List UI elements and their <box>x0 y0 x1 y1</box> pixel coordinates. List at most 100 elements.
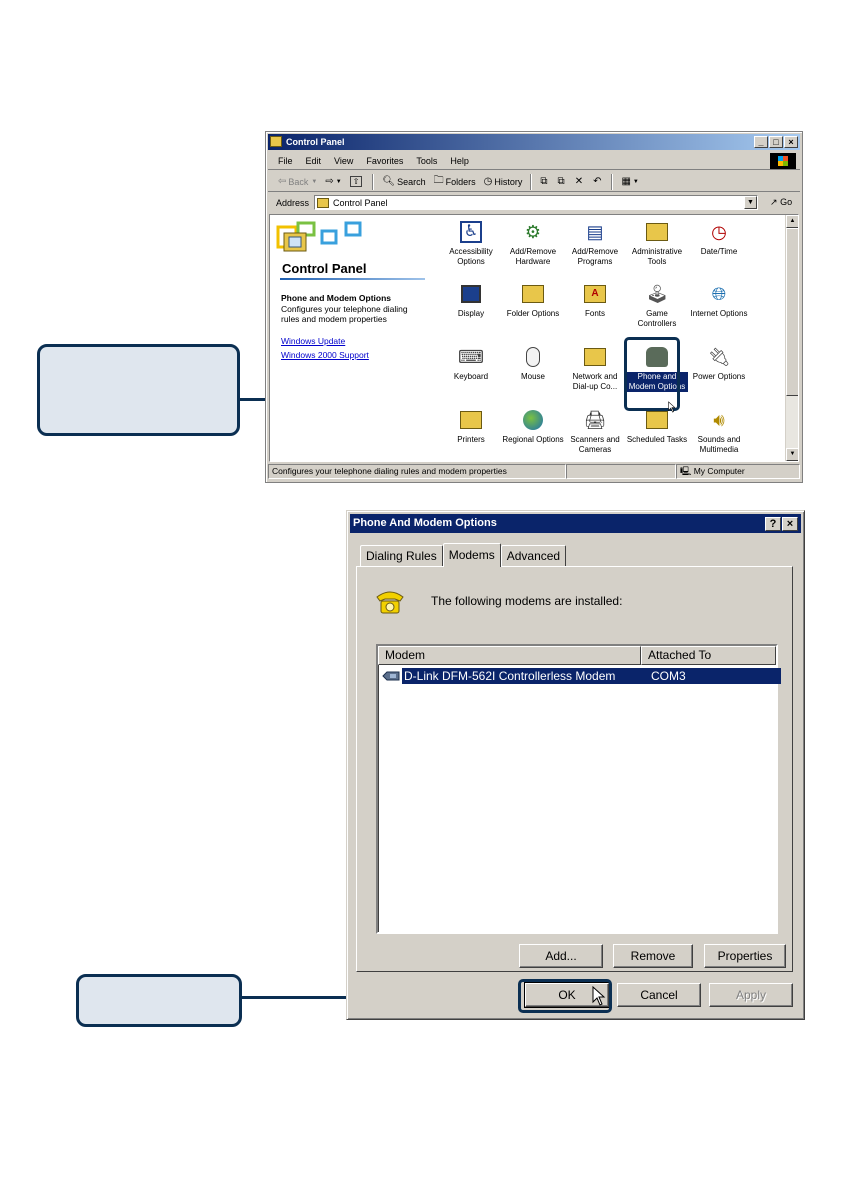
cp-item-label: Regional Options <box>502 435 564 444</box>
scroll-thumb[interactable] <box>786 228 798 396</box>
control-panel-icon <box>270 136 282 147</box>
dialog-title: Phone And Modem Options <box>353 517 497 529</box>
cp-icon-grid: ♿︎ Accessibility Options ⚙ Add/Remove Ha… <box>440 219 770 461</box>
scroll-up-icon[interactable]: ▲ <box>786 215 798 228</box>
delete-icon: ✕ <box>574 176 584 187</box>
help-button[interactable]: ? <box>765 517 781 531</box>
cp-item-fonts[interactable]: A Fonts <box>564 281 626 319</box>
table-row[interactable]: D-Link DFM-562I Controllerless Modem Car… <box>380 667 781 699</box>
folders-icon: 🗀 <box>433 175 444 186</box>
delete-button[interactable]: ✕ <box>575 176 585 187</box>
cp-item-label: Scanners and Cameras <box>570 435 620 454</box>
intro-text: The following modems are installed: <box>431 594 623 608</box>
remove-button-label: Remove <box>630 949 676 963</box>
cp-item-power-options[interactable]: 🔌︎ Power Options <box>688 344 750 382</box>
joystick-icon: 🕹︎ <box>645 284 669 304</box>
cp-item-label: Power Options <box>692 372 746 381</box>
properties-button[interactable]: Properties <box>704 944 786 968</box>
address-dropdown-icon[interactable]: ▼ <box>744 196 757 209</box>
cp-item-mouse[interactable]: Mouse <box>502 344 564 382</box>
forward-button[interactable]: ⇨ ▼ <box>325 176 341 187</box>
address-input[interactable]: Control Panel ▼ <box>314 195 758 210</box>
cp-item-scheduled-tasks[interactable]: Scheduled Tasks <box>626 407 688 445</box>
forward-dropdown-icon[interactable]: ▼ <box>336 179 342 185</box>
undo-button[interactable]: ↶ <box>593 176 603 187</box>
go-label: Go <box>780 197 793 207</box>
scroll-down-icon[interactable]: ▼ <box>786 448 798 461</box>
close-button[interactable]: × <box>784 136 798 148</box>
cp-item-internet-options[interactable]: 🌐︎ Internet Options <box>688 281 750 319</box>
cp-item-keyboard[interactable]: ⌨ Keyboard <box>440 344 502 382</box>
address-label: Address <box>276 197 310 208</box>
modem-list[interactable]: Modem Attached To D-Link DFM-562I Contro… <box>376 644 781 934</box>
column-header-attached-to[interactable]: Attached To <box>641 646 776 665</box>
cancel-button[interactable]: Cancel <box>617 983 701 1007</box>
search-label: Search <box>397 176 426 187</box>
folders-label: Folders <box>445 176 476 187</box>
tab-modems[interactable]: Modems <box>442 543 501 567</box>
copy-to-button[interactable]: ⧉ <box>558 176 567 187</box>
cp-item-date-time[interactable]: ◷ Date/Time <box>688 219 750 257</box>
menu-help[interactable]: Help <box>450 156 469 166</box>
maximize-button[interactable]: □ <box>769 136 783 148</box>
views-button[interactable]: ▦ ▼ <box>621 176 638 187</box>
cp-item-folder-options[interactable]: Folder Options <box>502 281 564 319</box>
cp-item-accessibility[interactable]: ♿︎ Accessibility Options <box>440 219 502 267</box>
mouse-icon <box>519 344 547 370</box>
back-dropdown-icon[interactable]: ▼ <box>311 179 317 185</box>
dialog-tabs: Dialing Rules Modems Advanced <box>360 543 567 567</box>
go-arrow-icon: ↗ <box>770 197 778 207</box>
minimize-button[interactable]: _ <box>754 136 768 148</box>
go-button[interactable]: ↗ Go <box>770 197 792 208</box>
telephone-icon <box>376 591 404 614</box>
cp-item-add-remove-programs[interactable]: ▤ Add/Remove Programs <box>564 219 626 267</box>
address-value: Control Panel <box>333 197 388 208</box>
cp-content-area: Control Panel Phone and Modem Options Co… <box>269 214 799 462</box>
cp-item-administrative-tools[interactable]: Administrative Tools <box>626 219 688 267</box>
menu-favorites[interactable]: Favorites <box>366 156 403 166</box>
menu-edit[interactable]: Edit <box>306 156 322 166</box>
cp-item-add-remove-hardware[interactable]: ⚙ Add/Remove Hardware <box>502 219 564 267</box>
cp-toolbar: ⇦ Back ▼ ⇨ ▼ ⇧ 🔍︎ Search 🗀 Folders ◷ His… <box>268 172 800 192</box>
history-button[interactable]: ◷ History <box>484 176 523 187</box>
selected-item-title: Phone and Modem Options <box>281 293 392 303</box>
dialog-title-bar[interactable]: Phone And Modem Options ? × <box>350 514 801 533</box>
toolbar-separator <box>530 173 533 190</box>
move-to-button[interactable]: ⧉ <box>540 176 549 187</box>
search-button[interactable]: 🔍︎ Search <box>382 176 425 187</box>
folders-button[interactable]: 🗀 Folders <box>434 173 476 190</box>
cp-title-bar[interactable]: Control Panel _ □ × <box>268 134 800 150</box>
close-button[interactable]: × <box>782 517 798 531</box>
cp-item-network-dialup[interactable]: Network and Dial-up Co... <box>564 344 626 392</box>
menu-tools[interactable]: Tools <box>416 156 437 166</box>
history-icon: ◷ <box>483 176 493 187</box>
phone-modem-highlight <box>624 337 680 411</box>
remove-button[interactable]: Remove <box>613 944 693 968</box>
monitor-icon <box>457 281 485 307</box>
tab-advanced[interactable]: Advanced <box>500 545 567 566</box>
views-dropdown-icon[interactable]: ▼ <box>633 179 639 185</box>
cp-item-label: Internet Options <box>690 309 748 318</box>
cp-item-display[interactable]: Display <box>440 281 502 319</box>
cp-item-sounds-multimedia[interactable]: 🔊︎ Sounds and Multimedia <box>688 407 750 455</box>
my-computer-icon: 🖳 <box>680 466 692 476</box>
cp-vertical-scrollbar[interactable]: ▲ ▼ <box>785 215 798 461</box>
cp-item-game-controllers[interactable]: 🕹︎ Game Controllers <box>626 281 688 329</box>
column-header-modem[interactable]: Modem <box>378 646 641 665</box>
menu-file[interactable]: File <box>278 156 293 166</box>
cp-item-scanners-cameras[interactable]: 🖨︎ Scanners and Cameras <box>564 407 626 455</box>
add-button-label: Add... <box>545 949 577 963</box>
cp-item-regional-options[interactable]: Regional Options <box>502 407 564 445</box>
tab-dialing-rules[interactable]: Dialing Rules <box>360 545 443 566</box>
up-button[interactable]: ⇧ <box>349 176 365 187</box>
menu-view[interactable]: View <box>334 156 353 166</box>
cp-item-printers[interactable]: Printers <box>440 407 502 445</box>
add-button[interactable]: Add... <box>519 944 603 968</box>
heading-rule <box>280 278 425 280</box>
calendar-clock-icon: ◷ <box>711 222 727 242</box>
back-button[interactable]: ⇦ Back ▼ <box>278 176 317 187</box>
windows-2000-support-link[interactable]: Windows 2000 Support <box>281 350 369 360</box>
properties-button-label: Properties <box>717 949 773 963</box>
windows-update-link[interactable]: Windows Update <box>281 336 345 346</box>
cp-item-label: Folder Options <box>506 309 560 318</box>
